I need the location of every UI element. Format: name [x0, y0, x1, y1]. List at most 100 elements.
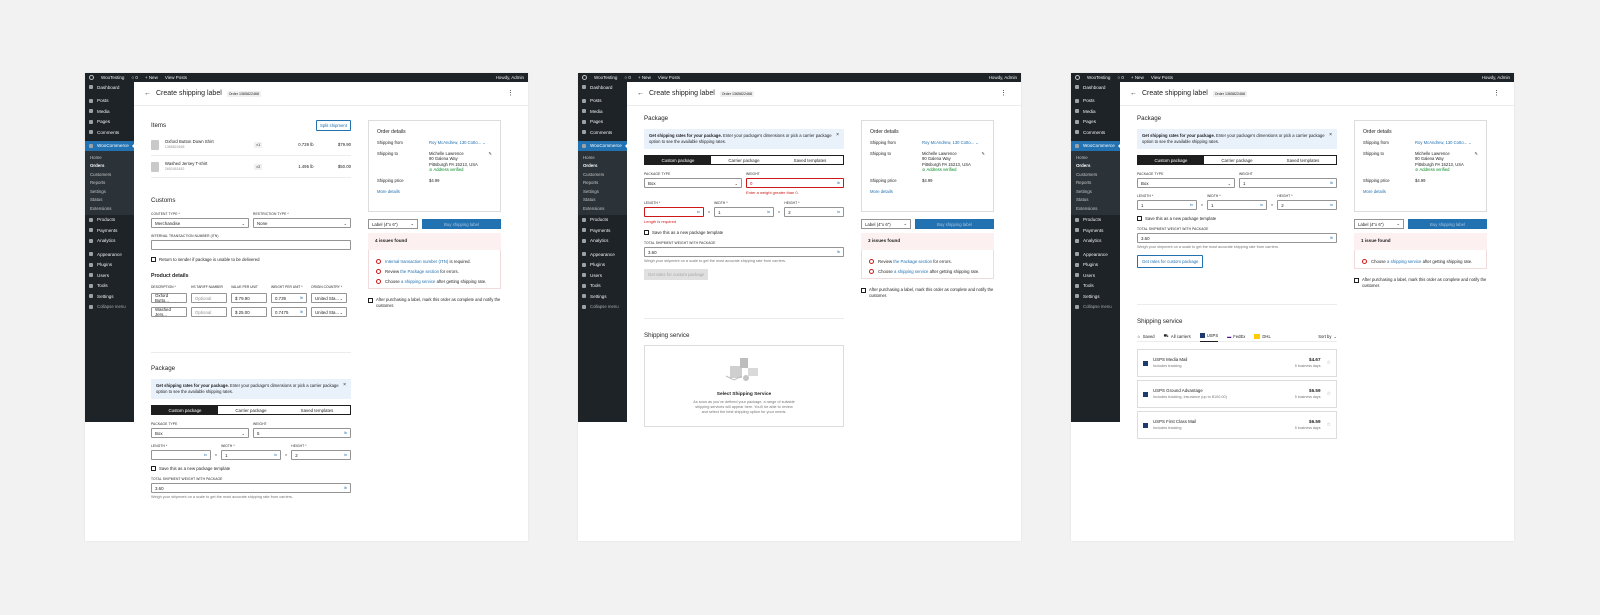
back-arrow-icon[interactable]: ← [637, 90, 644, 97]
sidebar-item-comments[interactable]: Comments [1071, 127, 1120, 138]
mark-complete-checkbox[interactable]: After purchasing a label, mark this orde… [861, 287, 994, 298]
label-size-select[interactable]: Label (4"x 6") ⌄ [1354, 219, 1404, 229]
sidebar-item-appearance[interactable]: Appearance [85, 249, 134, 260]
sidebar-item-pages[interactable]: Pages [1071, 117, 1120, 128]
new-button[interactable]: + New [1131, 75, 1144, 80]
package-type-select[interactable]: Box ⌄ [644, 178, 742, 188]
tab-carrier-package[interactable]: Carrier package [218, 406, 284, 414]
more-options-icon[interactable]: ⋮ [1493, 89, 1500, 97]
wordpress-icon[interactable] [89, 75, 94, 80]
close-icon[interactable]: × [343, 382, 346, 388]
sub-status[interactable]: Status [85, 196, 134, 205]
package-type-select[interactable]: Box ⌄ [1137, 178, 1235, 188]
width-input[interactable]: 1 in [714, 207, 774, 217]
value-input[interactable]: $ 79.90 [231, 293, 267, 303]
view-posts-link[interactable]: View Posts [658, 75, 680, 80]
tab-saved[interactable]: ☆ Saved [1137, 334, 1155, 339]
new-button[interactable]: + New [638, 75, 651, 80]
sidebar-item-woocommerce[interactable]: WooCommerce [578, 140, 627, 151]
itn-link[interactable]: Internal transaction number (ITN) [385, 259, 448, 264]
more-details-link[interactable]: More details [1363, 189, 1478, 194]
weight-input[interactable]: 5 lb [253, 428, 351, 438]
shipping-from-select[interactable]: Roy McAndrew, 130 Cotto... ⌄ [429, 140, 486, 146]
comments-count[interactable]: ○ 0 [1117, 75, 1123, 80]
howdy-admin[interactable]: Howdy, Admin [496, 75, 524, 80]
mark-complete-checkbox[interactable]: After purchasing a label, mark this orde… [1354, 277, 1487, 288]
tab-custom-package[interactable]: Custom package [645, 156, 711, 164]
sidebar-item-plugins[interactable]: Plugins [1071, 260, 1120, 271]
save-template-checkbox[interactable]: Save this as a new package template [151, 466, 351, 471]
description-input[interactable]: Washed Jers... [151, 307, 187, 317]
pencil-icon[interactable]: ✎ [1474, 151, 1478, 173]
wordpress-icon[interactable] [1075, 75, 1080, 80]
close-icon[interactable]: × [1329, 132, 1332, 138]
sidebar-item-products[interactable]: Products [1071, 215, 1120, 226]
sidebar-item-tools[interactable]: Tools [1071, 281, 1120, 292]
weight-input[interactable]: 0.739 lb [271, 293, 307, 303]
label-size-select[interactable]: Label (4"x 6") ⌄ [861, 219, 911, 229]
sub-settings[interactable]: Settings [578, 187, 627, 196]
sidebar-item-products[interactable]: Products [85, 215, 134, 226]
rate-option[interactable]: USPS Ground Advantage Includes tracking, … [1137, 380, 1337, 408]
sidebar-item-products[interactable]: Products [578, 215, 627, 226]
sidebar-item-payments[interactable]: Payments [1071, 225, 1120, 236]
length-input[interactable]: in [151, 450, 211, 460]
sidebar-item-dashboard[interactable]: Dashboard [1071, 82, 1120, 93]
tab-saved-templates[interactable]: Saved templates [1270, 156, 1336, 164]
package-section-link[interactable]: the Package section [400, 269, 439, 274]
return-to-sender-checkbox[interactable]: Return to sender if package is unable to… [151, 257, 351, 262]
wordpress-icon[interactable] [582, 75, 587, 80]
site-name[interactable]: WooTesting [594, 75, 617, 80]
sub-reports[interactable]: Reports [85, 179, 134, 188]
sidebar-item-dashboard[interactable]: Dashboard [85, 82, 134, 93]
get-rates-button[interactable]: Get rates for custom package [1137, 255, 1204, 268]
sub-home[interactable]: Home [1071, 153, 1120, 162]
sidebar-item-settings[interactable]: Settings [578, 291, 627, 302]
sub-orders[interactable]: Orders [1071, 162, 1120, 171]
collapse-menu[interactable]: Collapse menu [1071, 302, 1120, 313]
sub-extensions[interactable]: Extensions [578, 204, 627, 213]
sidebar-item-media[interactable]: Media [578, 106, 627, 117]
sidebar-item-pages[interactable]: Pages [85, 117, 134, 128]
sidebar-item-comments[interactable]: Comments [85, 127, 134, 138]
tab-usps[interactable]: USPS [1199, 331, 1219, 342]
sub-status[interactable]: Status [1071, 196, 1120, 205]
sidebar-item-plugins[interactable]: Plugins [85, 260, 134, 271]
tab-saved-templates[interactable]: Saved templates [777, 156, 843, 164]
star-icon[interactable]: ☆ [1327, 360, 1331, 366]
sidebar-item-posts[interactable]: Posts [85, 96, 134, 107]
sort-by-dropdown[interactable]: Sort by ⌄ [1318, 334, 1337, 339]
star-icon[interactable]: ☆ [1327, 422, 1331, 428]
more-options-icon[interactable]: ⋮ [507, 89, 514, 97]
close-icon[interactable]: × [836, 132, 839, 138]
itn-input[interactable] [151, 240, 351, 250]
origin-select[interactable]: United Sta... ⌄ [311, 307, 347, 317]
sidebar-item-plugins[interactable]: Plugins [578, 260, 627, 271]
split-shipment-button[interactable]: Split shipment [316, 120, 351, 131]
tab-all-carriers[interactable]: ⛟ All carriers [1164, 333, 1191, 339]
sidebar-item-analytics[interactable]: Analytics [578, 236, 627, 247]
width-input[interactable]: 1 in [1207, 200, 1267, 210]
back-arrow-icon[interactable]: ← [1130, 90, 1137, 97]
origin-select[interactable]: United Sta... ⌄ [311, 293, 347, 303]
more-details-link[interactable]: More details [377, 189, 492, 194]
comments-count[interactable]: ○ 0 [624, 75, 630, 80]
shipping-service-link[interactable]: a shipping service [401, 279, 435, 284]
view-posts-link[interactable]: View Posts [165, 75, 187, 80]
pencil-icon[interactable]: ✎ [981, 151, 985, 173]
sub-extensions[interactable]: Extensions [85, 204, 134, 213]
save-template-checkbox[interactable]: Save this as a new package template [1137, 216, 1337, 221]
length-input[interactable]: 1 in [1137, 200, 1197, 210]
site-name[interactable]: WooTesting [1087, 75, 1110, 80]
content-type-select[interactable]: Merchandise ⌄ [151, 218, 249, 228]
shipping-service-link[interactable]: a shipping service [1387, 259, 1421, 264]
sidebar-item-users[interactable]: Users [578, 270, 627, 281]
sidebar-item-posts[interactable]: Posts [1071, 96, 1120, 107]
more-options-icon[interactable]: ⋮ [1000, 89, 1007, 97]
site-name[interactable]: WooTesting [101, 75, 124, 80]
sidebar-item-tools[interactable]: Tools [85, 281, 134, 292]
back-arrow-icon[interactable]: ← [144, 90, 151, 97]
shipping-from-select[interactable]: Roy McAndrew, 130 Cotto... ⌄ [922, 140, 979, 146]
value-input[interactable]: $ 25.00 [231, 307, 267, 317]
sidebar-item-media[interactable]: Media [1071, 106, 1120, 117]
